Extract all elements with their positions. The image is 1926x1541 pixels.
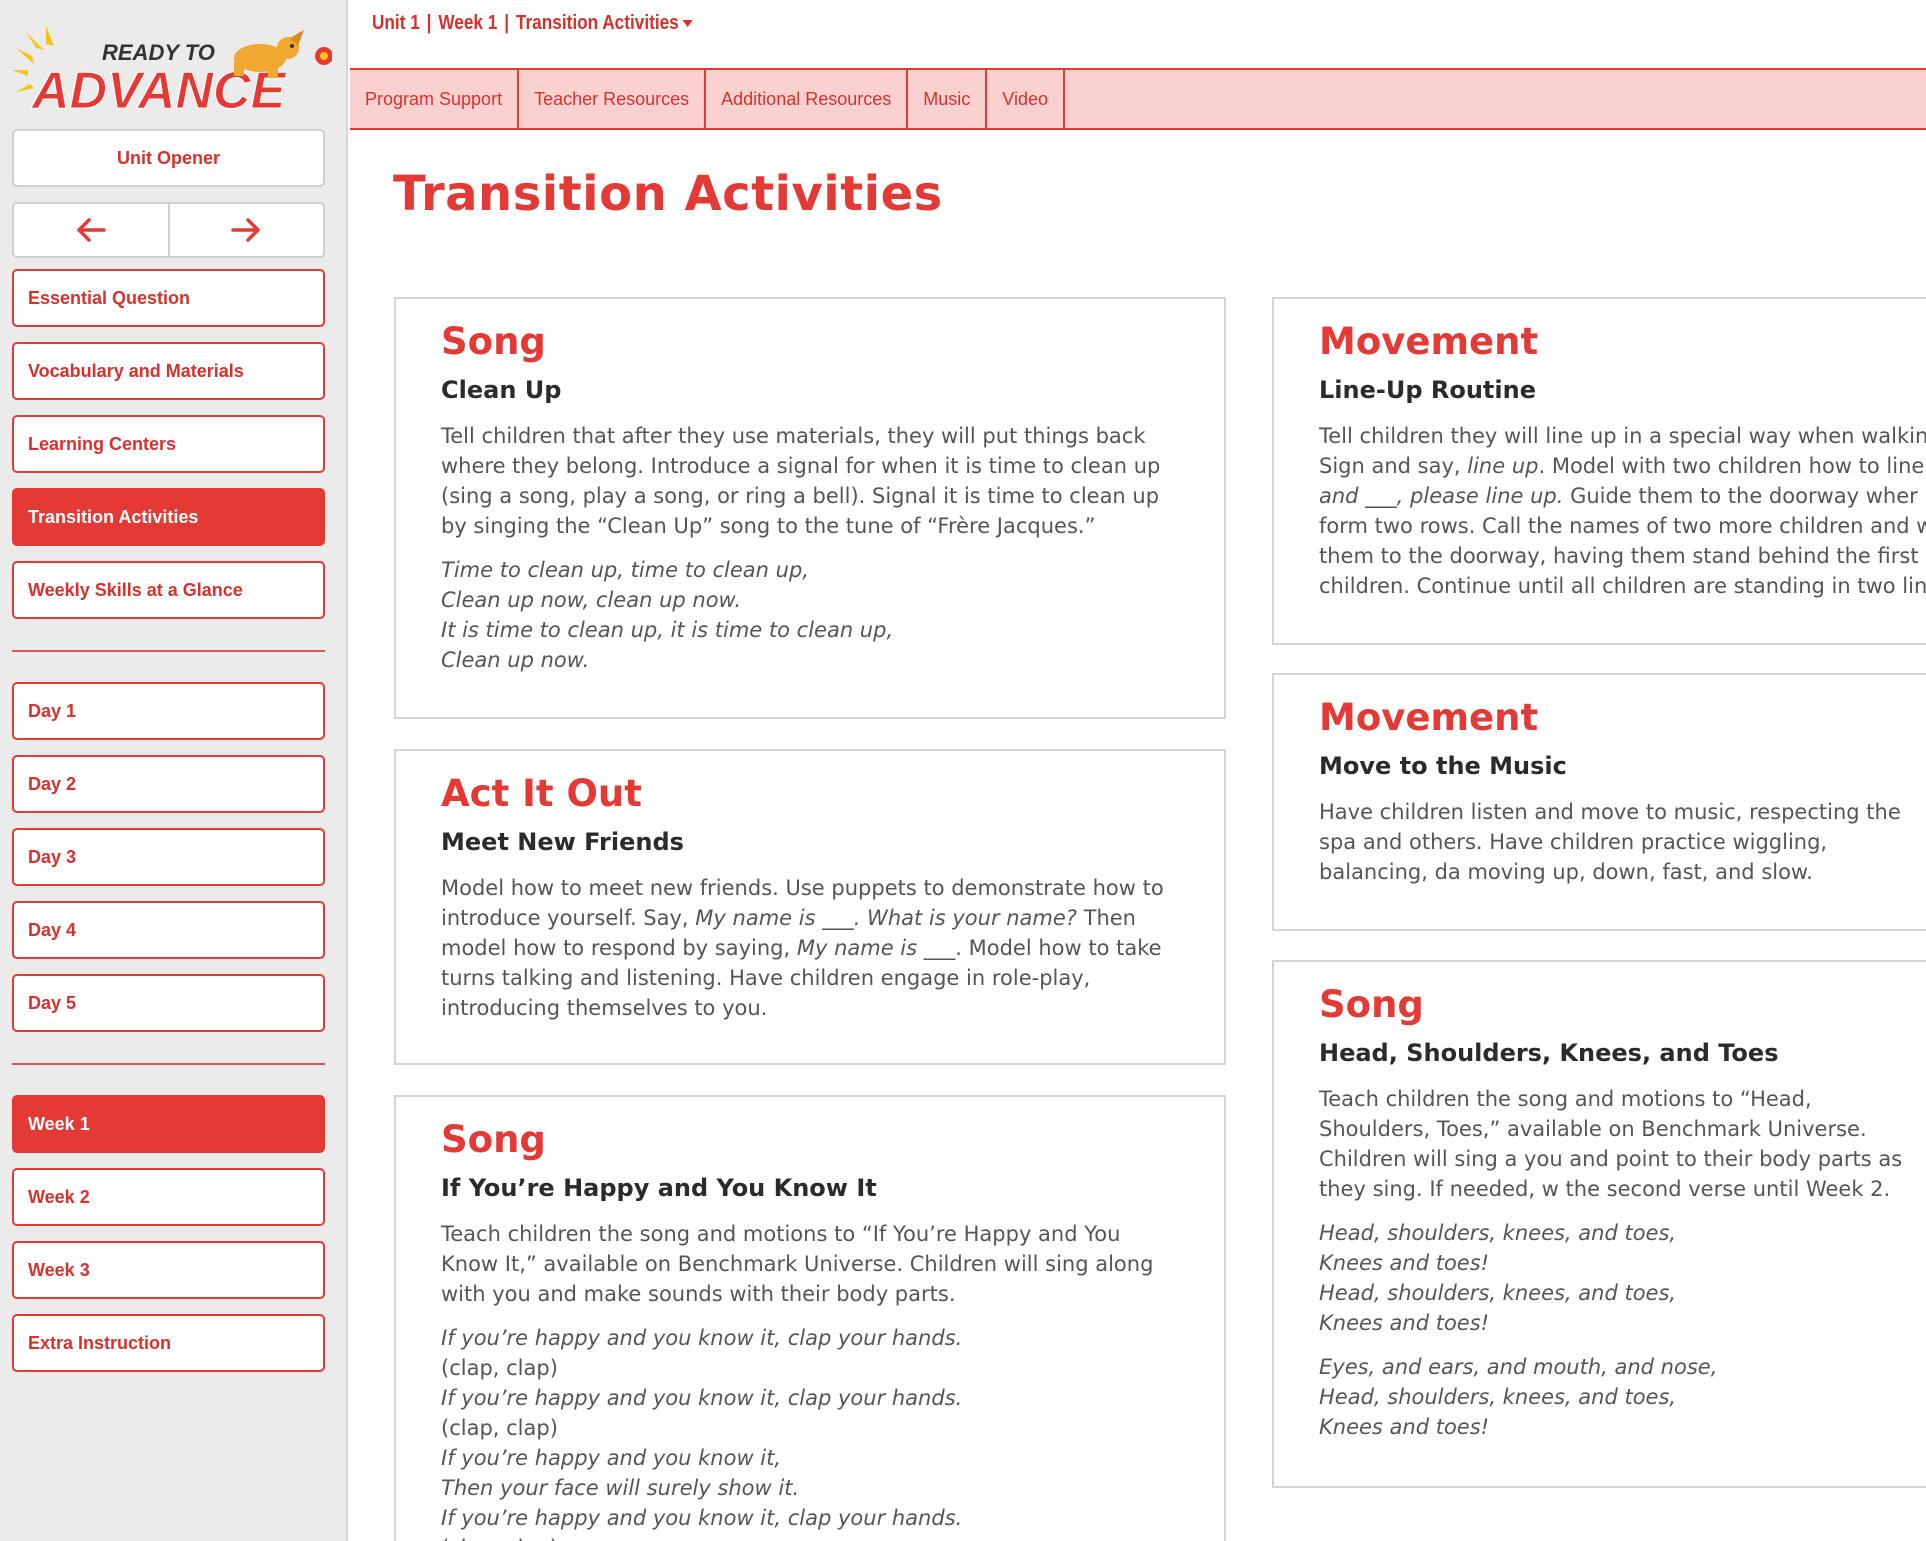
card-body: Model how to meet new friends. Use puppe… <box>441 876 1164 1020</box>
sidebar-item-extra-instruction[interactable]: Extra Instruction <box>12 1314 325 1372</box>
activity-card-happy-and-you-know-it: Song If You’re Happy and You Know It Tea… <box>394 1095 1226 1541</box>
sidebar-item-vocabulary[interactable]: Vocabulary and Materials <box>12 342 325 400</box>
verse-line: Clean up now, clean up now. <box>441 588 742 612</box>
tab-music[interactable]: Music <box>908 70 988 128</box>
activity-card-line-up-routine: Movement Line-Up Routine Tell children t… <box>1272 297 1926 645</box>
activity-card-meet-new-friends: Act It Out Meet New Friends Model how to… <box>394 749 1226 1065</box>
breadcrumb-separator: | <box>426 12 432 34</box>
card-category: Act It Out <box>441 772 642 815</box>
sidebar: READY TO ADVANCE Unit Opener Essential Q… <box>0 0 348 1541</box>
tab-teacher-resources[interactable]: Teacher Resources <box>519 70 707 128</box>
tab-additional-resources[interactable]: Additional Resources <box>706 70 909 128</box>
verse-line: (clap, clap) <box>441 1416 558 1440</box>
next-arrow-button[interactable] <box>167 204 324 256</box>
card-title: Clean Up <box>441 376 562 404</box>
card-title: Meet New Friends <box>441 828 684 856</box>
sidebar-item-day-5[interactable]: Day 5 <box>12 974 325 1032</box>
song-verse: If you’re happy and you know it, clap yo… <box>441 1323 1224 1541</box>
card-body: Tell children they will line up in a spe… <box>1319 424 1926 598</box>
prev-next-nav <box>12 202 325 258</box>
activity-card-clean-up: Song Clean Up Tell children that after t… <box>394 297 1226 719</box>
tab-video[interactable]: Video <box>987 70 1065 128</box>
verse-line: If you’re happy and you know it, clap yo… <box>441 1326 963 1350</box>
sidebar-divider <box>12 650 325 652</box>
card-category: Movement <box>1319 320 1539 363</box>
breadcrumb-bar: Unit 1 | Week 1 | Transition Activities <box>350 0 1926 68</box>
verse-line: Then your face will surely show it. <box>441 1476 800 1500</box>
caret-down-icon[interactable] <box>682 19 693 28</box>
song-verse: Time to clean up, time to clean up, Clea… <box>441 555 1224 675</box>
card-category: Movement <box>1319 696 1539 739</box>
sidebar-item-day-4[interactable]: Day 4 <box>12 901 325 959</box>
sidebar-item-transition-activities[interactable]: Transition Activities <box>12 488 325 546</box>
card-body: Have children listen and move to music, … <box>1319 800 1901 884</box>
verse-line: Head, shoulders, knees, and toes, <box>1319 1281 1677 1305</box>
arrow-right-icon <box>231 218 260 242</box>
sidebar-item-day-3[interactable]: Day 3 <box>12 828 325 886</box>
verse-line: It is time to clean up, it is time to cl… <box>441 618 894 642</box>
verse-line: If you’re happy and you know it, clap yo… <box>441 1386 963 1410</box>
breadcrumb-unit[interactable]: Unit 1 <box>372 12 420 35</box>
breadcrumb[interactable]: Unit 1 | Week 1 | Transition Activities <box>372 12 693 35</box>
card-category: Song <box>1319 983 1424 1026</box>
arrow-left-icon <box>77 218 106 242</box>
verse-line: Knees and toes! <box>1319 1415 1490 1439</box>
breadcrumb-separator: | <box>504 12 510 34</box>
sidebar-item-essential-question[interactable]: Essential Question <box>12 269 325 327</box>
sidebar-item-week-1[interactable]: Week 1 <box>12 1095 325 1153</box>
sidebar-item-learning-centers[interactable]: Learning Centers <box>12 415 325 473</box>
verse-line: Head, shoulders, knees, and toes, <box>1319 1385 1677 1409</box>
sidebar-item-day-1[interactable]: Day 1 <box>12 682 325 740</box>
verse-line: Knees and toes! <box>1319 1311 1490 1335</box>
verse-line: Knees and toes! <box>1319 1251 1490 1275</box>
card-title: If You’re Happy and You Know It <box>441 1174 877 1202</box>
verse-line: Clean up now. <box>441 648 590 672</box>
verse-line: (clap, clap) <box>441 1356 558 1380</box>
sidebar-divider <box>12 1063 325 1065</box>
sidebar-item-weekly-skills[interactable]: Weekly Skills at a Glance <box>12 561 325 619</box>
verse-line: Time to clean up, time to clean up, <box>441 558 809 582</box>
card-body: Teach children the song and motions to “… <box>1319 1087 1903 1201</box>
card-body: Teach children the song and motions to “… <box>441 1222 1154 1306</box>
resource-tabbar: Program Support Teacher Resources Additi… <box>350 68 1926 130</box>
sidebar-item-week-2[interactable]: Week 2 <box>12 1168 325 1226</box>
card-category: Song <box>441 320 546 363</box>
activity-card-move-to-the-music: Movement Move to the Music Have children… <box>1272 673 1926 931</box>
card-title: Move to the Music <box>1319 752 1567 780</box>
verse-line: If you’re happy and you know it, clap yo… <box>441 1506 963 1530</box>
sidebar-item-week-3[interactable]: Week 3 <box>12 1241 325 1299</box>
card-title: Line-Up Routine <box>1319 376 1536 404</box>
unit-opener-button[interactable]: Unit Opener <box>12 129 325 187</box>
song-verse: Eyes, and ears, and mouth, and nose, Hea… <box>1319 1352 1926 1442</box>
song-verse: Head, shoulders, knees, and toes, Knees … <box>1319 1218 1926 1338</box>
card-body: Tell children that after they use materi… <box>441 424 1161 538</box>
previous-arrow-button[interactable] <box>14 204 168 256</box>
card-category: Song <box>441 1118 546 1161</box>
tab-program-support[interactable]: Program Support <box>350 70 520 128</box>
card-title: Head, Shoulders, Knees, and Toes <box>1319 1039 1779 1067</box>
activity-card-head-shoulders: Song Head, Shoulders, Knees, and Toes Te… <box>1272 960 1926 1488</box>
breadcrumb-week[interactable]: Week 1 <box>438 12 497 35</box>
sidebar-item-day-2[interactable]: Day 2 <box>12 755 325 813</box>
ready-to-advance-logo[interactable]: READY TO ADVANCE <box>12 18 332 118</box>
page-title: Transition Activities <box>393 166 943 222</box>
breadcrumb-activity[interactable]: Transition Activities <box>516 12 679 35</box>
verse-line: Eyes, and ears, and mouth, and nose, <box>1319 1355 1718 1379</box>
verse-line: Head, shoulders, knees, and toes, <box>1319 1221 1677 1245</box>
verse-line: (clap, clap) <box>441 1533 1224 1541</box>
verse-line: If you’re happy and you know it, <box>441 1446 782 1470</box>
